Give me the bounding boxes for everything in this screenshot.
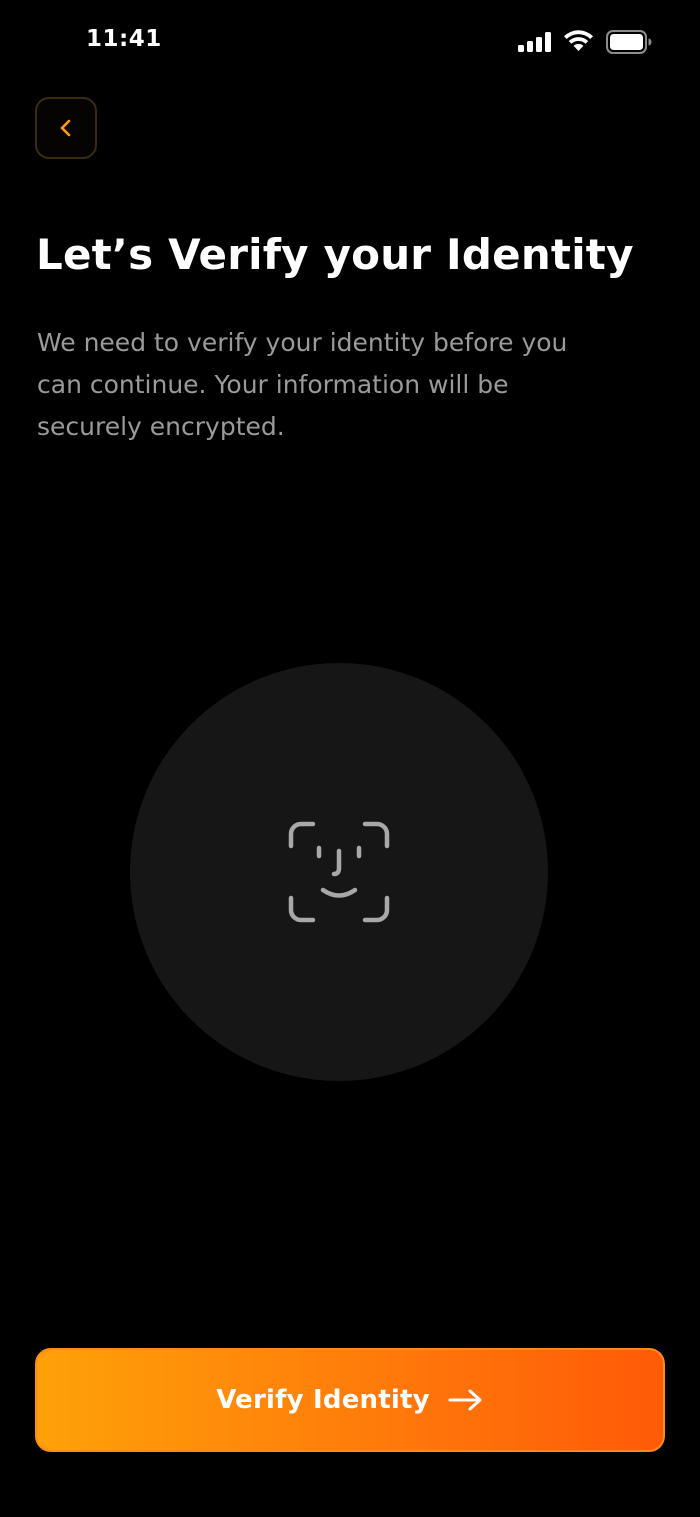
verify-button-label: Verify Identity [216, 1385, 430, 1415]
screen: 11:41 Let’s Verify your Identity We need… [0, 0, 700, 1517]
status-time: 11:41 [86, 26, 162, 52]
back-button[interactable] [35, 97, 97, 159]
status-bar: 11:41 [0, 0, 700, 84]
wifi-icon [564, 30, 593, 51]
page-title: Let’s Verify your Identity [36, 230, 634, 279]
battery-icon [606, 30, 652, 54]
arrow-right-icon [448, 1389, 482, 1411]
verify-identity-button[interactable]: Verify Identity [35, 1348, 665, 1452]
face-id-circle [130, 663, 548, 1081]
page-description: We need to verify your identity before y… [37, 328, 568, 441]
signal-icon [518, 32, 551, 52]
face-id-icon [288, 821, 390, 923]
chevron-left-icon [60, 119, 71, 137]
